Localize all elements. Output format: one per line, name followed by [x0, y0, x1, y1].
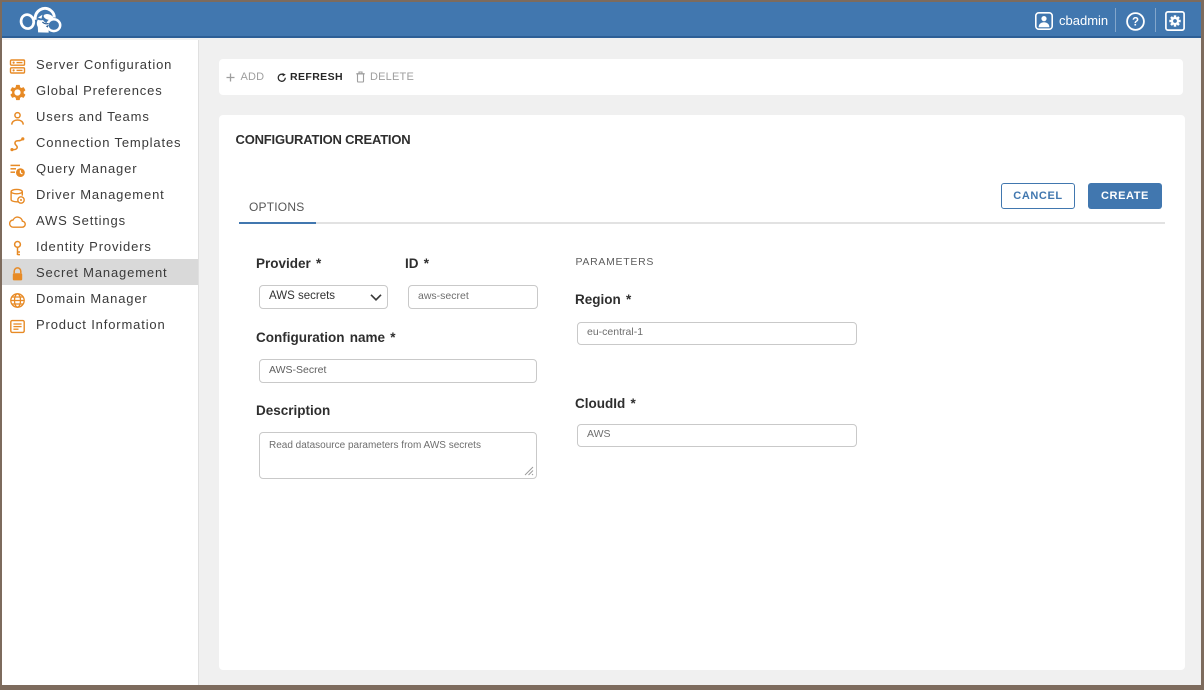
svg-text:?: ?	[1132, 17, 1139, 29]
